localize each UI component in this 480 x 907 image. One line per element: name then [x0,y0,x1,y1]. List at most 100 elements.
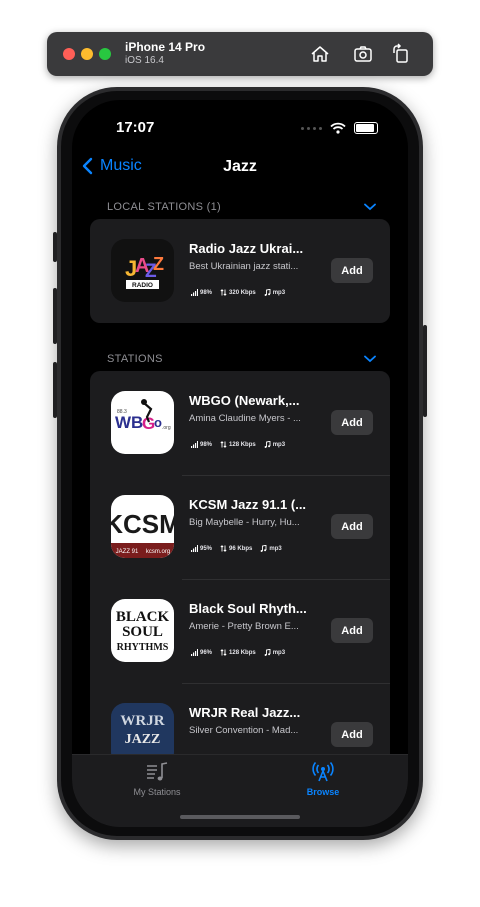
station-name: WRJR Real Jazz... [189,705,301,720]
tab-label: My Stations [133,787,181,797]
signal-value: 98% [200,441,213,448]
music-note-icon [264,441,271,448]
close-window-button[interactable] [63,48,75,60]
home-indicator[interactable] [180,815,300,819]
status-indicators [301,122,378,134]
list-item[interactable]: WB G o 88.3 .org WBGO (Newark,... Amina … [90,371,390,475]
format-value: mp3 [272,441,286,448]
phone-screen: 17:07 Music Jazz LOCAL STATIONS (1) J A … [72,100,408,827]
music-note-icon [264,289,271,296]
status-time: 17:07 [116,119,155,136]
svg-text:Z: Z [153,254,164,274]
mute-switch [53,232,57,262]
signal-value: 95% [200,545,213,552]
signal-icon [191,289,198,296]
device-name: iPhone 14 Pro [125,40,206,54]
station-meta: 95% 96 Kbps mp3 [191,545,282,552]
svg-text:JAZZ 91: JAZZ 91 [116,549,139,555]
stations-header[interactable]: STATIONS [107,353,376,365]
stations-list: WB G o 88.3 .org WBGO (Newark,... Amina … [90,371,390,791]
tab-label: Browse [306,787,340,797]
cellular-icon [301,126,322,130]
list-item[interactable]: BLACK SOUL RHYTHMS Black Soul Rhyth... A… [90,579,390,683]
format-value: mp3 [269,545,282,552]
bitrate-value: 320 Kbps [229,289,256,296]
signal-icon [191,545,198,552]
os-version: iOS 16.4 [125,55,164,66]
zoom-window-button[interactable] [99,48,111,60]
tab-browse[interactable]: Browse [273,761,373,797]
station-name: Radio Jazz Ukrai... [189,241,304,256]
wifi-icon [330,122,346,134]
minimize-window-button[interactable] [81,48,93,60]
format-value: mp3 [272,289,286,296]
signal-value: 96% [200,649,213,656]
rotate-icon[interactable] [390,43,412,65]
svg-text:JAZZ: JAZZ [125,732,161,747]
station-meta: 98% 320 Kbps mp3 [191,289,285,296]
svg-text:RADIO: RADIO [132,282,153,289]
station-meta: 96% 128 Kbps mp3 [191,649,285,656]
add-button[interactable]: Add [331,410,373,435]
volume-up-button [53,288,57,344]
svg-text:88.3: 88.3 [117,409,127,415]
add-button[interactable]: Add [331,722,373,747]
simulator-title-bar: iPhone 14 Pro iOS 16.4 [47,32,433,76]
tab-bar: My Stations Browse [72,754,408,827]
station-meta: 98% 128 Kbps mp3 [191,441,285,448]
add-button[interactable]: Add [331,514,373,539]
station-subtitle: Best Ukrainian jazz stati... [189,261,299,272]
page-title: Jazz [223,158,257,175]
svg-text:.org: .org [162,425,171,431]
bitrate-value: 128 Kbps [229,649,256,656]
screenshot-icon[interactable] [352,43,374,65]
simulator-device-info: iPhone 14 Pro iOS 16.4 [125,40,205,66]
format-value: mp3 [272,649,286,656]
add-button[interactable]: Add [331,618,373,643]
station-subtitle: Silver Convention - Mad... [189,725,299,736]
svg-text:WRJR: WRJR [120,713,164,729]
local-stations-title: LOCAL STATIONS (1) [107,201,221,213]
music-list-icon [147,762,168,781]
chevron-down-icon[interactable] [364,355,376,363]
signal-icon [191,441,198,448]
list-item[interactable]: J A Z Z RADIO Radio Jazz Ukrai... Best U… [90,219,390,323]
power-button [423,325,427,417]
tab-my-stations[interactable]: My Stations [107,761,207,797]
wbgo-logo: WB G o 88.3 .org [111,391,174,454]
stations-title: STATIONS [107,353,163,365]
music-note-icon [264,649,271,656]
battery-icon [354,122,378,134]
local-stations-list: J A Z Z RADIO Radio Jazz Ukrai... Best U… [90,219,390,323]
svg-text:o: o [154,415,162,430]
bitrate-icon [220,649,227,656]
station-name: Black Soul Rhyth... [189,601,307,616]
broadcast-icon [312,761,334,782]
bitrate-icon [220,545,227,552]
bitrate-value: 96 Kbps [229,545,253,552]
svg-text:SOUL: SOUL [122,624,163,640]
svg-text:RHYTHMS: RHYTHMS [117,642,169,653]
list-item[interactable]: KCSM JAZZ 91 kcsm.org KCSM Jazz 91.1 (..… [90,475,390,579]
home-icon[interactable] [309,43,331,65]
svg-text:KCSM: KCSM [111,509,174,539]
signal-value: 98% [200,289,213,296]
station-subtitle: Big Maybelle - Hurry, Hu... [189,517,300,528]
chevron-down-icon[interactable] [364,203,376,211]
local-stations-header[interactable]: LOCAL STATIONS (1) [107,201,376,213]
add-button[interactable]: Add [331,258,373,283]
station-name: KCSM Jazz 91.1 (... [189,497,307,512]
svg-text:BLACK: BLACK [116,609,170,625]
signal-icon [191,649,198,656]
music-note-icon [260,545,267,552]
station-subtitle: Amina Claudine Myers - ... [189,413,301,424]
jazz-radio-logo: J A Z Z RADIO [111,239,174,302]
bitrate-icon [220,441,227,448]
black-soul-logo: BLACK SOUL RHYTHMS [111,599,174,662]
volume-down-button [53,362,57,418]
svg-text:WB: WB [115,413,143,432]
kcsm-logo: KCSM JAZZ 91 kcsm.org [111,495,174,558]
station-name: WBGO (Newark,... [189,393,300,408]
bitrate-value: 128 Kbps [229,441,256,448]
bitrate-icon [220,289,227,296]
